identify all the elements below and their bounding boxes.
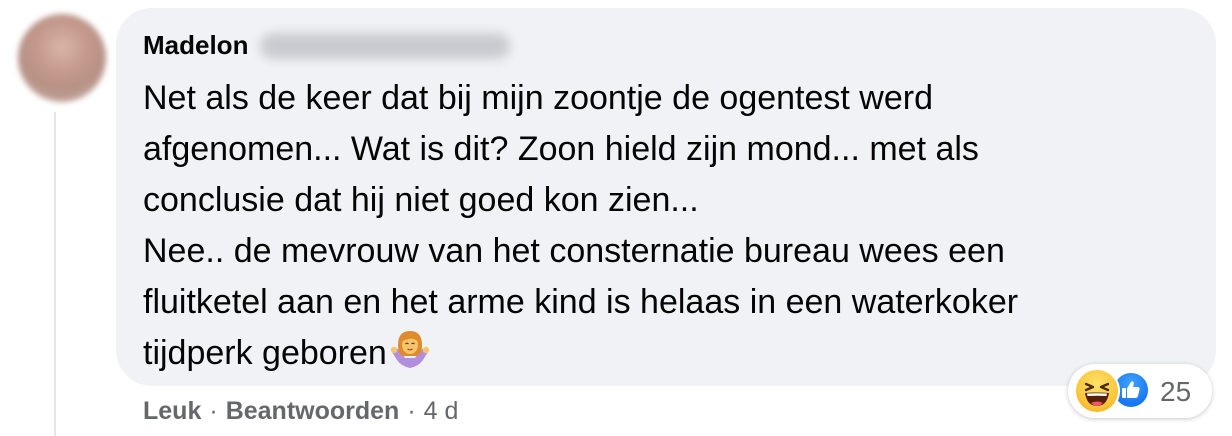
comment-text-line: conclusie dat hij niet goed kon zien... [143, 181, 699, 219]
comment-timestamp[interactable]: 4 d [424, 397, 459, 426]
comment-text-line: Net als de keer dat bij mijn zoontje de … [143, 79, 934, 117]
comment-actions: Leuk · Beantwoorden · 4 d [143, 397, 458, 426]
action-separator: · [209, 397, 218, 425]
comment-text-line: Nee.. de mevrouw van het consternatie bu… [143, 232, 1005, 270]
reply-button[interactable]: Beantwoorden [226, 397, 400, 426]
comment-text-line: fluitketel aan en het arme kind is helaa… [143, 283, 1019, 321]
comment-text-line: tijdperk geboren [143, 334, 387, 372]
author-first-name[interactable]: Madelon [143, 30, 248, 61]
reply-thread-line [54, 112, 56, 436]
action-separator: · [407, 397, 416, 425]
comment-author[interactable]: Madelon [143, 30, 511, 61]
like-button[interactable]: Leuk [143, 397, 201, 426]
reaction-count[interactable]: 25 [1160, 376, 1191, 408]
comment-text-line: afgenomen... Wat is dit? Zoon hield zijn… [143, 130, 979, 168]
avatar[interactable] [18, 14, 106, 102]
reaction-summary[interactable]: 25 [1068, 364, 1212, 418]
woman-shrugging-emoji [390, 331, 430, 368]
comment-text-last-line: tijdperk geboren [143, 328, 1183, 379]
haha-reaction-icon [1074, 368, 1120, 414]
author-surname-redacted [260, 32, 511, 59]
comment-text: Net als de keer dat bij mijn zoontje de … [143, 73, 1183, 379]
